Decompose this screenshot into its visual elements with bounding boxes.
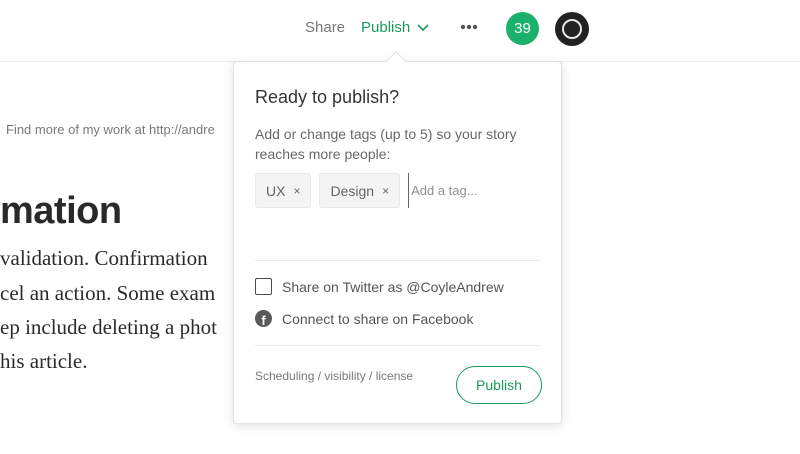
scheduling-link[interactable]: Scheduling / visibility / license (255, 369, 413, 383)
tag-chip: UX × (255, 173, 312, 208)
author-bio: Find more of my work at http://andre (6, 122, 215, 137)
publish-button[interactable]: Publish (456, 366, 542, 404)
twitter-share-checkbox[interactable] (255, 278, 272, 295)
tag-remove-icon[interactable]: × (382, 184, 389, 198)
publish-menu-toggle[interactable]: Publish (361, 19, 430, 36)
facebook-icon: f (255, 310, 272, 327)
tag-label: Design (330, 182, 375, 199)
twitter-share-label: Share on Twitter as @CoyleAndrew (282, 278, 504, 295)
tag-input[interactable] (408, 173, 519, 208)
share-link[interactable]: Share (305, 19, 345, 36)
article-line: his article. (0, 349, 88, 373)
twitter-share-option[interactable]: Share on Twitter as @CoyleAndrew (255, 278, 504, 295)
avatar-ring (562, 19, 582, 39)
popover-description: Add or change tags (up to 5) so your sto… (255, 126, 517, 162)
article-line: validation. Confirmation (0, 246, 208, 270)
tags-editor: UX × Design × (255, 173, 541, 208)
article-title: mation (0, 190, 122, 232)
publish-popover: Ready to publish? Add or change tags (up… (233, 61, 562, 424)
facebook-connect-option[interactable]: f Connect to share on Facebook (255, 310, 473, 327)
publish-link-label: Publish (361, 19, 411, 36)
page: Share Publish 39 Find more of my work at… (0, 0, 800, 454)
tag-remove-icon[interactable]: × (293, 184, 300, 198)
divider (255, 260, 541, 261)
chevron-down-icon (417, 23, 429, 31)
top-bar: Share Publish 39 (0, 0, 800, 62)
facebook-connect-label: Connect to share on Facebook (282, 310, 474, 327)
tag-chip: Design × (319, 173, 401, 208)
avatar[interactable] (555, 12, 589, 46)
article-line: ep include deleting a phot (0, 315, 217, 339)
tag-label: UX (266, 182, 286, 199)
more-icon[interactable] (458, 16, 480, 38)
divider (255, 345, 541, 346)
popover-title: Ready to publish? (255, 87, 400, 107)
article-line: cel an action. Some exam (0, 281, 216, 305)
notification-badge[interactable]: 39 (506, 12, 539, 45)
